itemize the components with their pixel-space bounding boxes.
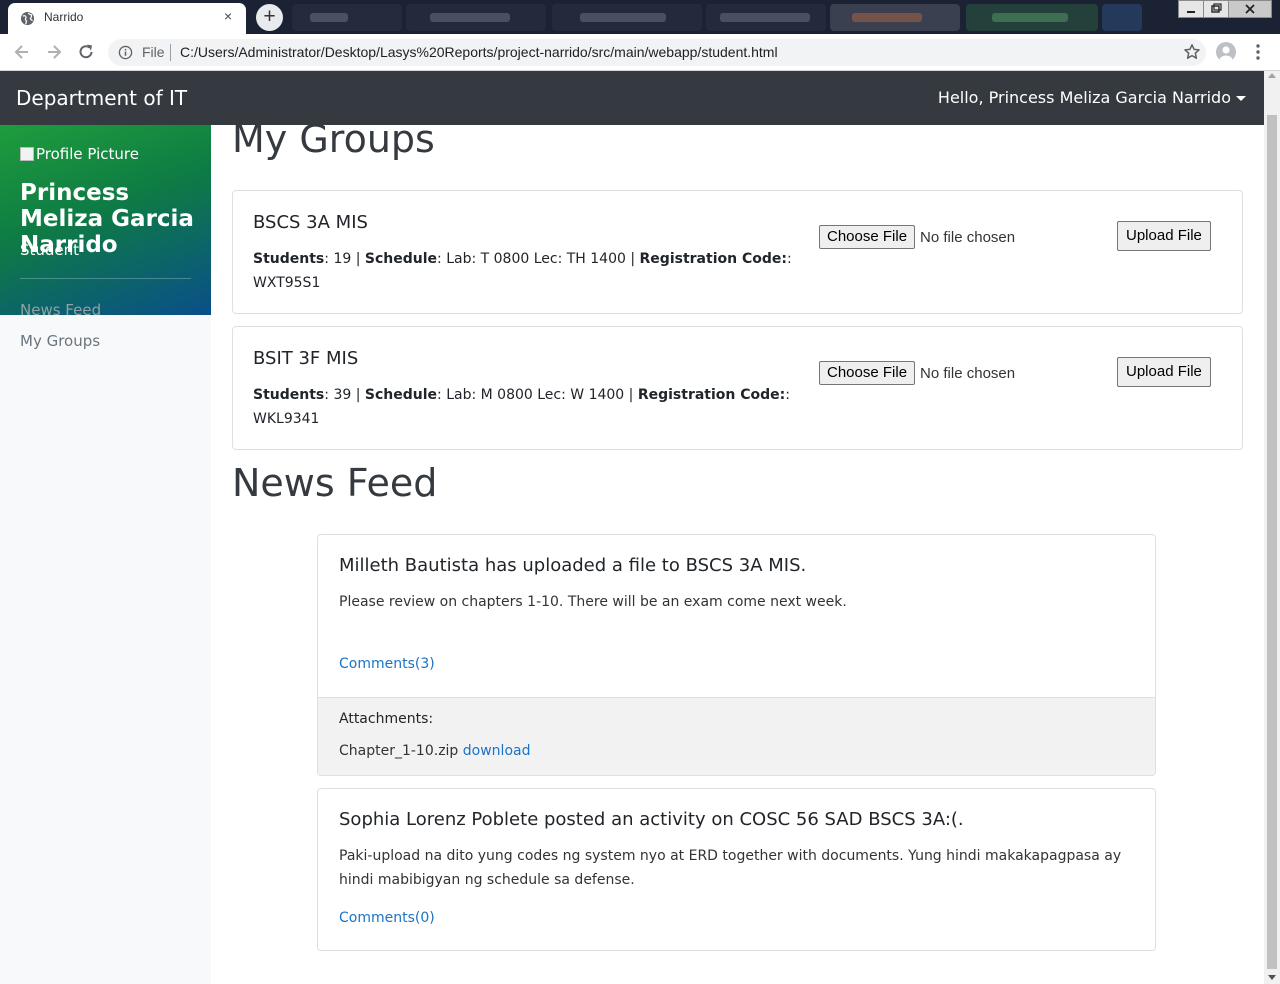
navbar-brand[interactable]: Department of IT	[16, 86, 187, 110]
globe-icon	[20, 11, 35, 26]
background-tab[interactable]	[830, 4, 960, 31]
scroll-down-arrow-icon[interactable]	[1268, 975, 1276, 980]
students-count: 39	[333, 387, 352, 403]
info-icon[interactable]	[118, 45, 133, 60]
browser-toolbar: File C:/Users/Administrator/Desktop/Lasy…	[0, 34, 1280, 71]
background-tab[interactable]	[406, 4, 546, 31]
forward-arrow-icon[interactable]	[44, 42, 64, 62]
scrollbar-thumb[interactable]	[1267, 115, 1277, 969]
profile-panel: Profile Picture Princess Meliza Garcia N…	[0, 125, 211, 315]
attachments-label: Attachments:	[339, 711, 434, 727]
address-scheme: File	[142, 44, 165, 60]
students-label: Students	[253, 251, 325, 267]
attachments-footer: Attachments: Chapter_1-10.zip download	[318, 697, 1155, 775]
vertical-scrollbar[interactable]	[1264, 71, 1280, 984]
bookmark-star-icon[interactable]	[1183, 43, 1201, 61]
post-body: Paki-upload na dito yung codes ng system…	[339, 848, 1122, 888]
user-greeting: Hello, Princess Meliza Garcia Narrido	[937, 88, 1231, 107]
profile-role: Student	[20, 241, 80, 259]
file-input[interactable]: Choose File No file chosen	[819, 361, 1015, 385]
post-title: Sophia Lorenz Poblete posted an activity…	[339, 809, 964, 830]
group-info: Students: 19 | Schedule: Lab: T 0800 Lec…	[253, 251, 792, 291]
address-bar[interactable]: File C:/Users/Administrator/Desktop/Lasy…	[108, 39, 1206, 66]
profile-picture-alt: Profile Picture	[36, 145, 139, 163]
person-icon	[1219, 46, 1233, 62]
registration-code-label: Registration Code:	[637, 387, 786, 403]
browser-tab-active[interactable]: Narrido ×	[8, 3, 246, 34]
minimize-button[interactable]	[1178, 0, 1204, 18]
group-card: BSCS 3A MIS Students: 19 | Schedule: Lab…	[232, 190, 1243, 314]
restore-icon	[1211, 3, 1222, 13]
schedule-label: Schedule	[364, 387, 438, 403]
news-post-card: Sophia Lorenz Poblete posted an activity…	[317, 788, 1156, 951]
profile-picture: Profile Picture	[20, 145, 139, 163]
group-name: BSCS 3A MIS	[253, 212, 368, 233]
group-info: Students: 39 | Schedule: Lab: M 0800 Lec…	[253, 387, 790, 427]
students-count: 19	[333, 251, 352, 267]
news-feed-heading: News Feed	[232, 461, 438, 505]
tab-title: Narrido	[44, 10, 84, 24]
upload-file-button[interactable]: Upload File	[1117, 221, 1211, 251]
schedule-value: Lab: T 0800 Lec: TH 1400	[446, 251, 626, 267]
minimize-icon	[1187, 11, 1195, 13]
sidebar-item-my-groups[interactable]: My Groups	[20, 332, 100, 350]
file-status: No file chosen	[920, 364, 1016, 382]
scroll-up-arrow-icon[interactable]	[1268, 73, 1276, 78]
address-url[interactable]: C:/Users/Administrator/Desktop/Lasys%20R…	[180, 44, 778, 60]
file-input[interactable]: Choose File No file chosen	[819, 225, 1015, 249]
new-tab-button[interactable]: +	[256, 4, 283, 31]
reload-icon[interactable]	[76, 42, 96, 62]
news-post-card: Milleth Bautista has uploaded a file to …	[317, 534, 1156, 776]
choose-file-button[interactable]: Choose File	[819, 361, 916, 385]
maximize-button[interactable]	[1203, 0, 1229, 18]
profile-divider	[20, 278, 191, 279]
caret-down-icon	[1236, 96, 1246, 101]
attachment-name: Chapter_1-10.zip	[339, 743, 459, 759]
post-title: Milleth Bautista has uploaded a file to …	[339, 555, 807, 576]
background-tab[interactable]	[1102, 4, 1142, 31]
upload-file-button[interactable]: Upload File	[1117, 357, 1211, 387]
sidebar: Profile Picture Princess Meliza Garcia N…	[0, 125, 211, 984]
my-groups-heading: My Groups	[232, 117, 435, 161]
user-menu-dropdown[interactable]: Hello, Princess Meliza Garcia Narrido	[938, 88, 1246, 107]
group-card: BSIT 3F MIS Students: 39 | Schedule: Lab…	[232, 326, 1243, 450]
close-window-button[interactable]	[1228, 0, 1272, 18]
broken-image-icon	[20, 147, 34, 161]
comments-link[interactable]: Comments(3)	[339, 656, 435, 672]
address-separator	[170, 44, 171, 61]
background-tab[interactable]	[292, 4, 402, 31]
background-tab[interactable]	[706, 4, 826, 31]
registration-code-label: Registration Code:	[639, 251, 787, 267]
choose-file-button[interactable]: Choose File	[819, 225, 916, 249]
tab-close-icon[interactable]: ×	[224, 8, 232, 24]
page-viewport: Department of IT Hello, Princess Meliza …	[0, 71, 1264, 984]
background-tab[interactable]	[966, 4, 1098, 31]
students-label: Students	[253, 387, 325, 403]
schedule-label: Schedule	[364, 251, 438, 267]
registration-code: WXT95S1	[253, 275, 321, 291]
window-controls	[1178, 0, 1272, 18]
browser-tabstrip: Narrido × +	[0, 0, 1280, 34]
registration-code: WKL9341	[253, 411, 320, 427]
background-tab[interactable]	[552, 4, 702, 31]
schedule-value: Lab: M 0800 Lec: W 1400	[446, 387, 625, 403]
profile-avatar[interactable]	[1216, 42, 1236, 62]
back-arrow-icon[interactable]	[12, 42, 32, 62]
close-icon	[1245, 4, 1255, 14]
group-name: BSIT 3F MIS	[253, 348, 359, 369]
attachment-item: Chapter_1-10.zip download	[339, 743, 530, 759]
post-body: Please review on chapters 1-10. There wi…	[339, 594, 847, 610]
kebab-menu-icon[interactable]	[1255, 43, 1261, 61]
top-navbar: Department of IT Hello, Princess Meliza …	[0, 71, 1264, 125]
file-status: No file chosen	[920, 228, 1016, 246]
comments-link[interactable]: Comments(0)	[339, 910, 435, 926]
sidebar-item-news-feed[interactable]: News Feed	[20, 301, 101, 319]
download-link[interactable]: download	[463, 743, 531, 759]
